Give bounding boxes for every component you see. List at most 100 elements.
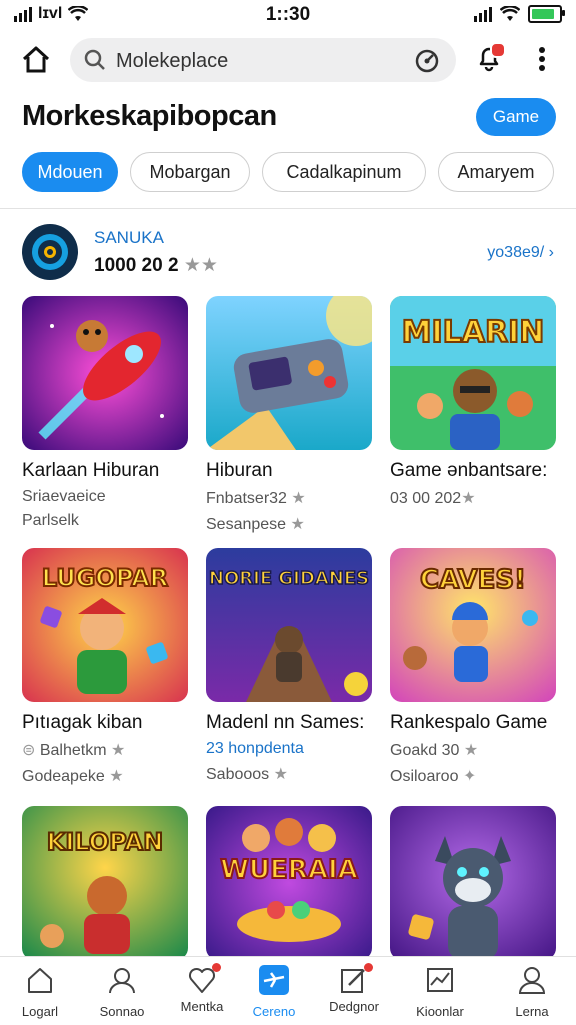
nav-label: Dedgnor — [329, 999, 379, 1014]
app-card[interactable]: Karlaan Hiburan Sriaevaeice Parlselk — [22, 296, 188, 530]
app-developer: Sriaevaeice — [22, 488, 106, 505]
profile-icon — [109, 968, 135, 994]
rating-stars: ★★ — [183, 255, 218, 276]
app-developer: Goakd 30 ★ — [390, 740, 556, 760]
app-meta: Osiloaroo ✦ — [390, 766, 556, 786]
app-meta: Sesanpese ★ — [206, 514, 372, 534]
status-right — [474, 5, 565, 23]
nav-item-home[interactable]: Logarl — [4, 957, 76, 1025]
star-icon: ★ — [291, 490, 306, 507]
star-icon: ✦ — [462, 768, 477, 785]
nav-item-edit[interactable]: Dedgnor — [318, 957, 390, 1025]
app-name: Hiburan — [206, 460, 273, 481]
game-button[interactable]: Game — [476, 98, 556, 136]
status-bar: lɪvl 1::30 — [0, 0, 576, 30]
app-meta: Parlselk — [22, 512, 79, 529]
bottom-navigation: Logarl Sonnao Mentka Cereno Dedgnor Kioo… — [0, 956, 576, 1025]
wolf-mascot-art[interactable] — [390, 806, 556, 960]
developer-badge-icon: ⊜ — [22, 742, 36, 759]
nav-label: Sonnao — [99, 1004, 145, 1019]
art-title: MILARIN — [402, 315, 545, 350]
chart-icon — [427, 968, 453, 992]
edit-icon-wrap — [339, 963, 373, 995]
star-icon: ★ — [461, 490, 476, 507]
app-name: Karlaan Hiburan — [22, 460, 160, 481]
nav-label: Logarl — [21, 1004, 59, 1019]
developer-logo — [22, 224, 78, 280]
lugopar-jester-art[interactable]: LUGOPAR — [22, 548, 188, 702]
more-options-icon[interactable] — [534, 44, 550, 74]
category-tabs: Mdouen Mobargan Cadalkapinum Amaryem — [22, 152, 554, 194]
nav-label: Mentka — [180, 999, 224, 1014]
app-card[interactable]: LUGOPAR Pıtıagak kiban ⊜ Balhetkm ★ Gode… — [22, 548, 188, 786]
app-meta: Godeapeke ★ — [22, 766, 188, 786]
app-card[interactable]: KILOPAN — [22, 806, 188, 960]
app-meta-text: Godeapeke — [22, 768, 105, 785]
app-meta-text: Sesanpese — [206, 516, 287, 533]
nav-label: Cereno — [252, 1004, 296, 1019]
nav-badge — [364, 963, 373, 972]
tab-mdouen[interactable]: Mdouen — [22, 152, 118, 192]
app-developer: ⊜ Balhetkm ★ — [22, 740, 188, 760]
app-developer: 03 00 202★ — [390, 488, 556, 508]
app-meta: Sabooos ★ — [206, 764, 372, 784]
nav-item-travel[interactable]: Cereno — [238, 957, 310, 1025]
art-title: NORIE GIDANES — [209, 568, 369, 589]
heart-icon-wrap — [187, 963, 221, 995]
app-card[interactable]: NORIE GIDANES Madenl nn Sames: 23 honpde… — [206, 548, 372, 784]
nav-item-account[interactable]: Lerna — [496, 957, 568, 1025]
app-name: Pıtıagak kiban — [22, 712, 143, 733]
divider — [0, 208, 576, 209]
star-icon: ★ — [111, 742, 126, 759]
app-developer-text: Balhetkm — [39, 742, 107, 759]
camera-search-icon[interactable] — [414, 48, 440, 74]
app-name: Rankespalo Game — [390, 712, 548, 733]
arcade-machine-art[interactable] — [206, 296, 372, 450]
nav-label: Kioonlar — [416, 1004, 464, 1019]
app-name: Game ənbantsare: — [390, 460, 548, 481]
tab-amaryem[interactable]: Amaryem — [438, 152, 554, 192]
nav-item-favorites[interactable]: Mentka — [166, 957, 238, 1025]
developer-stats-text: 1000 20 2 — [94, 255, 179, 276]
home-icon[interactable] — [20, 44, 52, 76]
nav-item-profile[interactable]: Sonnao — [86, 957, 158, 1025]
wueraia-party-art[interactable]: WUERAIA — [206, 806, 372, 960]
search-icon — [84, 49, 105, 70]
app-card[interactable]: WUERAIA — [206, 806, 372, 960]
battery-icon — [528, 5, 565, 23]
app-meta-text: Osiloaroo — [390, 768, 459, 785]
page-title: Morkeskapibopcan — [22, 100, 277, 132]
star-icon: ★ — [290, 516, 305, 533]
search-bar[interactable]: Molekeplace — [70, 38, 456, 82]
kilopan-bear-art[interactable]: KILOPAN — [22, 806, 188, 960]
search-input[interactable]: Molekeplace — [116, 50, 228, 73]
nories-runner-art[interactable]: NORIE GIDANES — [206, 548, 372, 702]
app-name: Madenl nn Sames: — [206, 712, 365, 733]
notifications-button[interactable] — [474, 42, 506, 74]
notification-badge — [490, 42, 506, 58]
rocket-bear-art[interactable] — [22, 296, 188, 450]
cell-signal-icon — [474, 6, 492, 22]
user-icon — [518, 967, 546, 994]
developer-name[interactable]: SANUKA — [94, 228, 164, 248]
developer-stats: 1000 20 2 ★★ — [94, 254, 218, 277]
airplane-icon — [259, 965, 289, 995]
art-title: KILOPAN — [47, 828, 163, 856]
milarin-heroes-art[interactable]: MILARIN — [390, 296, 556, 450]
tab-mobargan[interactable]: Mobargan — [130, 152, 250, 192]
app-card[interactable]: CAVES! Rankespalo Game Goakd 30 ★ Osiloa… — [390, 548, 556, 786]
developer-see-all-link[interactable]: yo38e9/ › — [487, 244, 554, 262]
home-icon — [28, 968, 52, 993]
app-card[interactable]: Hiburan Fnbatser32 ★ Sesanpese ★ — [206, 296, 372, 534]
app-developer-text: Goakd 30 — [390, 742, 460, 759]
nav-badge — [212, 963, 221, 972]
star-icon: ★ — [273, 766, 288, 783]
tab-cadalkapinum[interactable]: Cadalkapinum — [262, 152, 426, 192]
app-developer-text: Fnbatser32 — [206, 490, 287, 507]
nav-item-stats[interactable]: Kioonlar — [404, 957, 476, 1025]
app-card[interactable] — [390, 806, 556, 960]
app-card[interactable]: MILARIN Game ənbantsare: 03 00 202★ — [390, 296, 556, 508]
top-bar: Molekeplace — [0, 34, 576, 86]
caves-hero-art[interactable]: CAVES! — [390, 548, 556, 702]
developer-row[interactable]: SANUKA 1000 20 2 ★★ yo38e9/ › — [22, 224, 558, 284]
